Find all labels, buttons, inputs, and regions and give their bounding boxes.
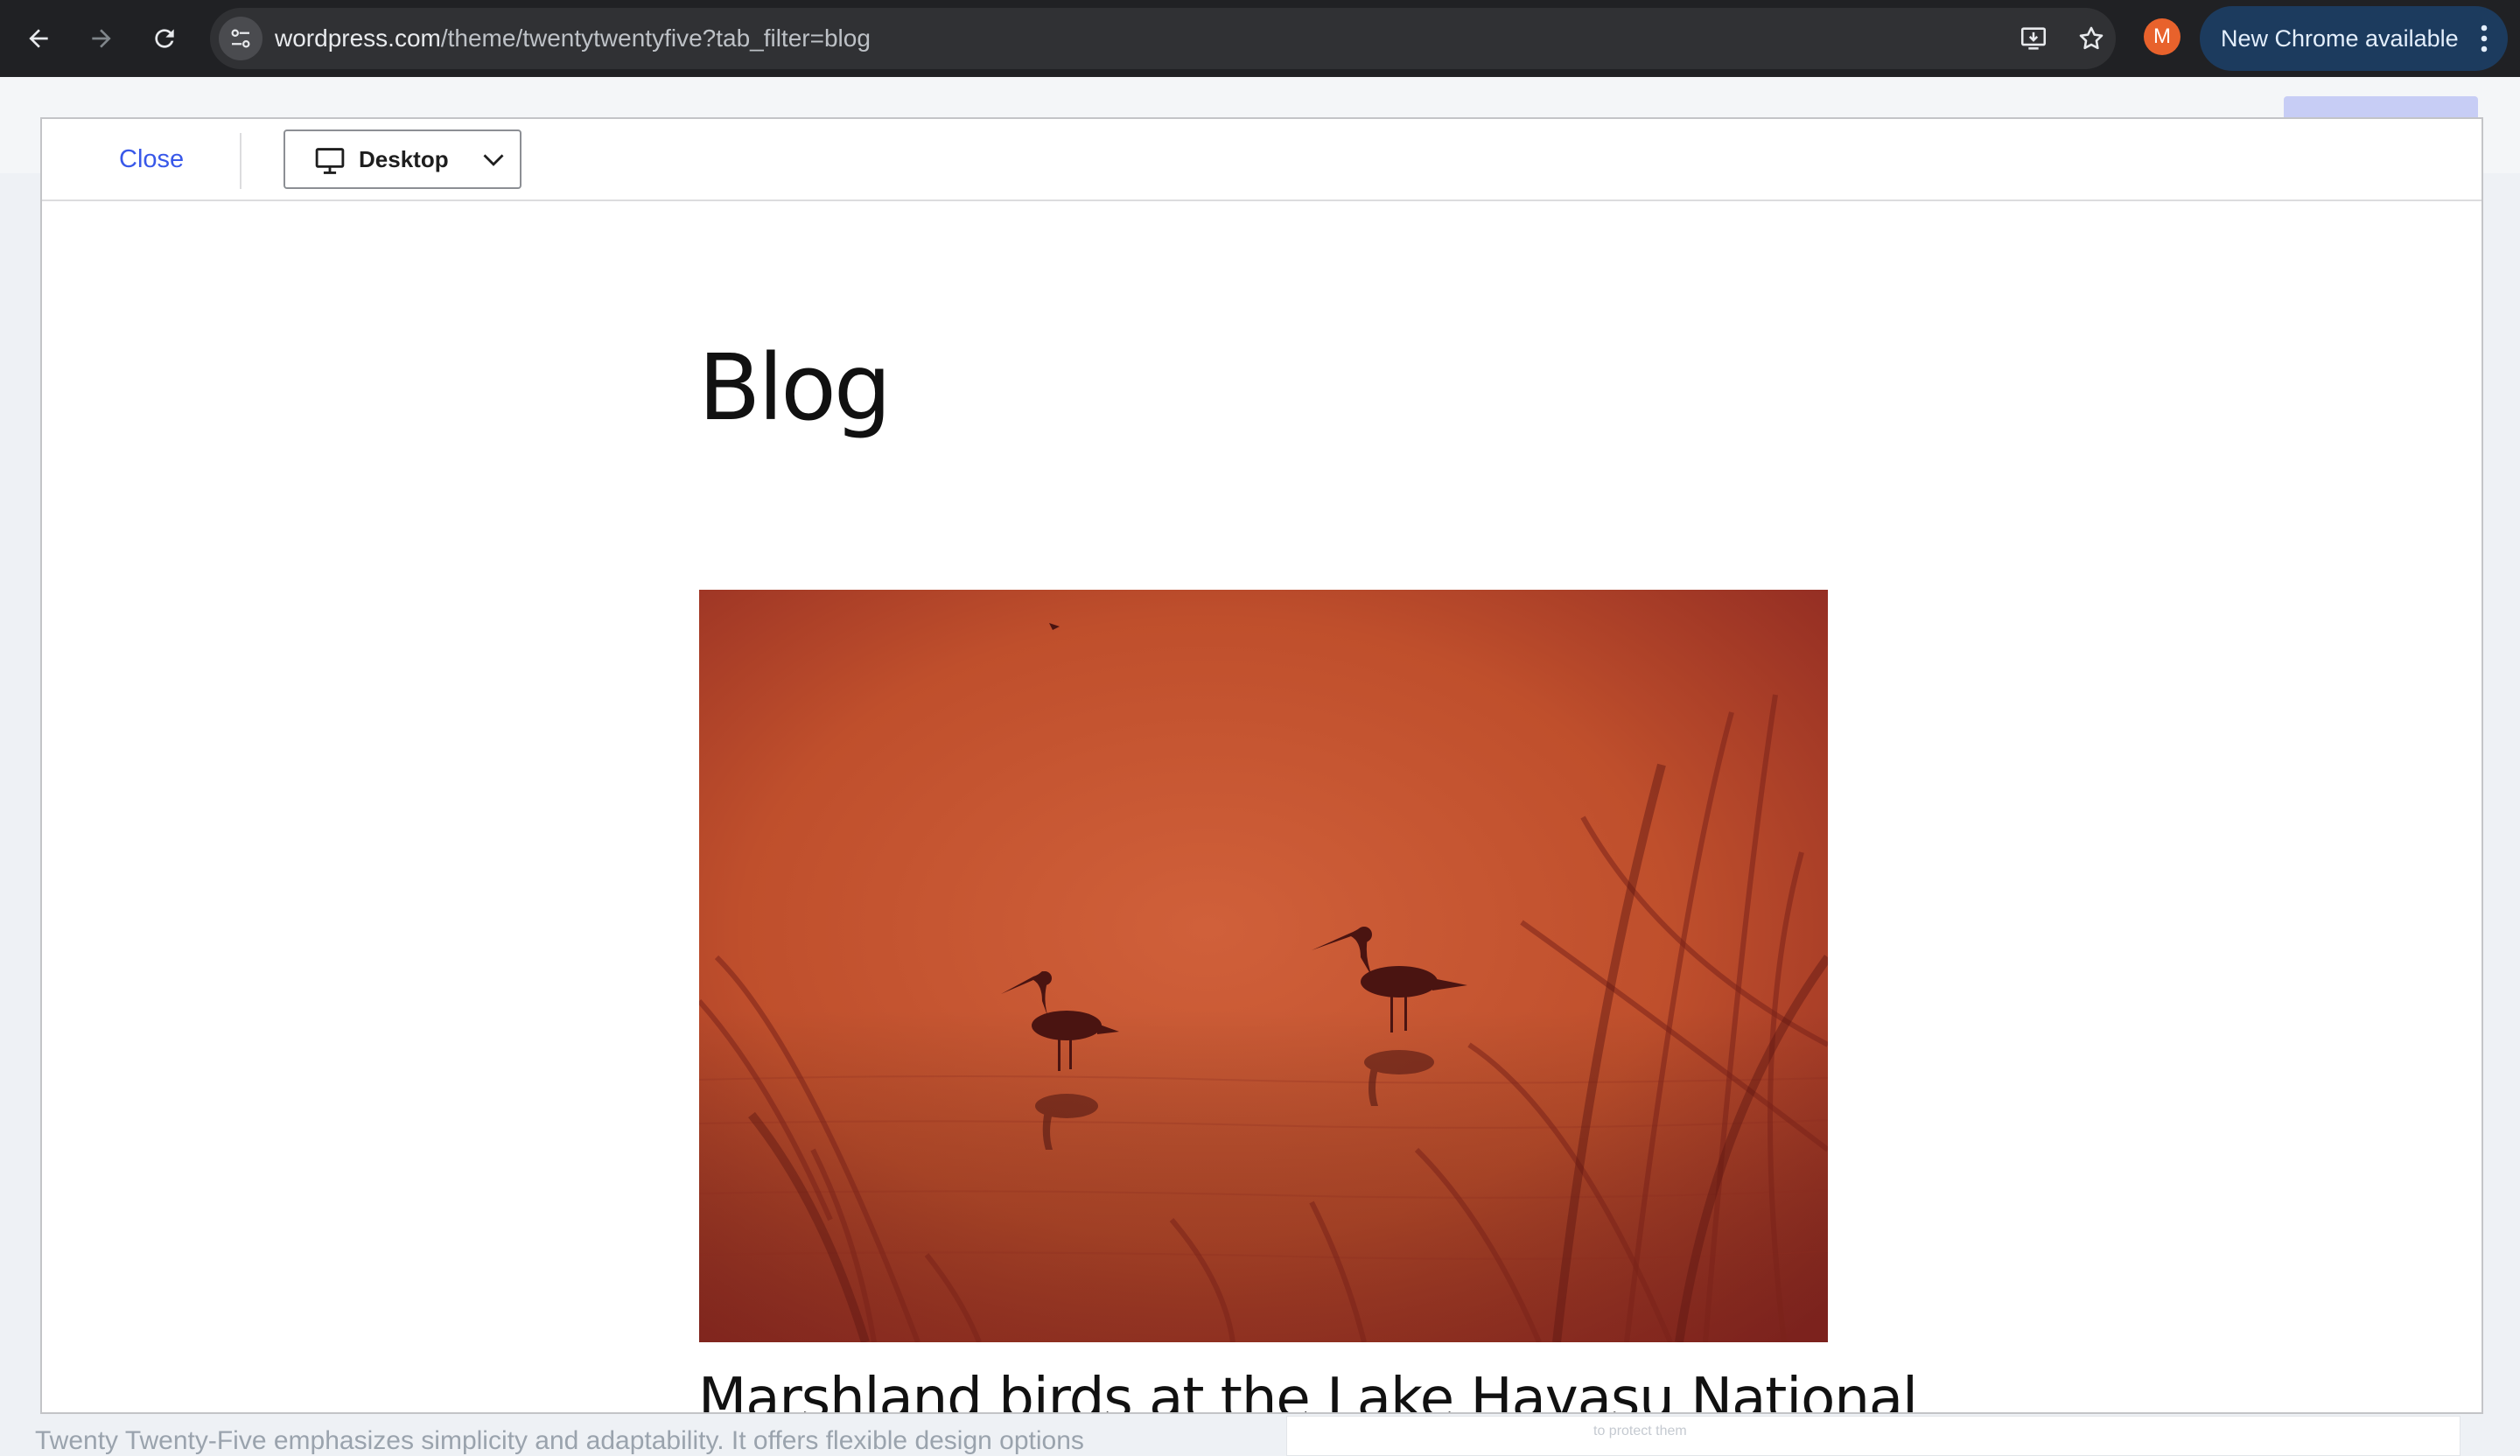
site-info-button[interactable]: [219, 17, 262, 60]
back-arrow-icon: [29, 29, 48, 48]
desktop-icon: [315, 148, 345, 174]
background-card: to protect them: [1286, 1416, 2460, 1456]
featured-image[interactable]: [699, 590, 1828, 1342]
bookmark-button[interactable]: [2074, 21, 2109, 56]
reload-button[interactable]: [144, 18, 186, 60]
chrome-update-button[interactable]: New Chrome available: [2200, 6, 2508, 71]
toolbar-divider: [240, 133, 242, 189]
install-app-button[interactable]: [2016, 21, 2051, 56]
more-vertical-icon[interactable]: [2471, 22, 2497, 55]
close-button[interactable]: Close: [119, 138, 184, 180]
url-path: /theme/twentytwentyfive?tab_filter=blog: [440, 24, 871, 52]
theme-preview-modal: Close Desktop Blog Marshland birds at th…: [40, 117, 2483, 1414]
browser-toolbar: wordpress.com/theme/twentytwentyfive?tab…: [0, 0, 2520, 77]
bookmark-star-icon: [2079, 26, 2104, 50]
back-button[interactable]: [18, 18, 60, 60]
marshland-birds-image: [699, 590, 1828, 1342]
install-app-icon: [2020, 27, 2047, 50]
background-card-text: to protect them: [1593, 1424, 1687, 1438]
profile-avatar[interactable]: M: [2144, 18, 2180, 55]
forward-arrow-icon: [92, 29, 111, 48]
url-host: wordpress.com: [275, 24, 441, 52]
device-label: Desktop: [359, 146, 449, 172]
address-bar[interactable]: wordpress.com/theme/twentytwentyfive?tab…: [210, 8, 2116, 69]
update-label: New Chrome available: [2221, 25, 2459, 52]
background-description: Twenty Twenty-Five emphasizes simplicity…: [35, 1426, 1084, 1455]
post-title[interactable]: Marshland birds at the Lake Havasu Natio…: [698, 1367, 1918, 1412]
preview-toolbar: Close Desktop: [42, 119, 2482, 201]
url-text[interactable]: wordpress.com/theme/twentytwentyfive?tab…: [275, 8, 871, 69]
theme-preview-frame[interactable]: Blog Marshland birds at the Lake Havasu …: [42, 203, 2482, 1412]
page-title: Blog: [698, 334, 892, 441]
reload-icon: [155, 29, 174, 48]
device-select[interactable]: Desktop: [284, 130, 522, 189]
chevron-down-icon: [483, 154, 504, 166]
forward-button[interactable]: [80, 18, 122, 60]
site-info-icon: [231, 29, 250, 48]
